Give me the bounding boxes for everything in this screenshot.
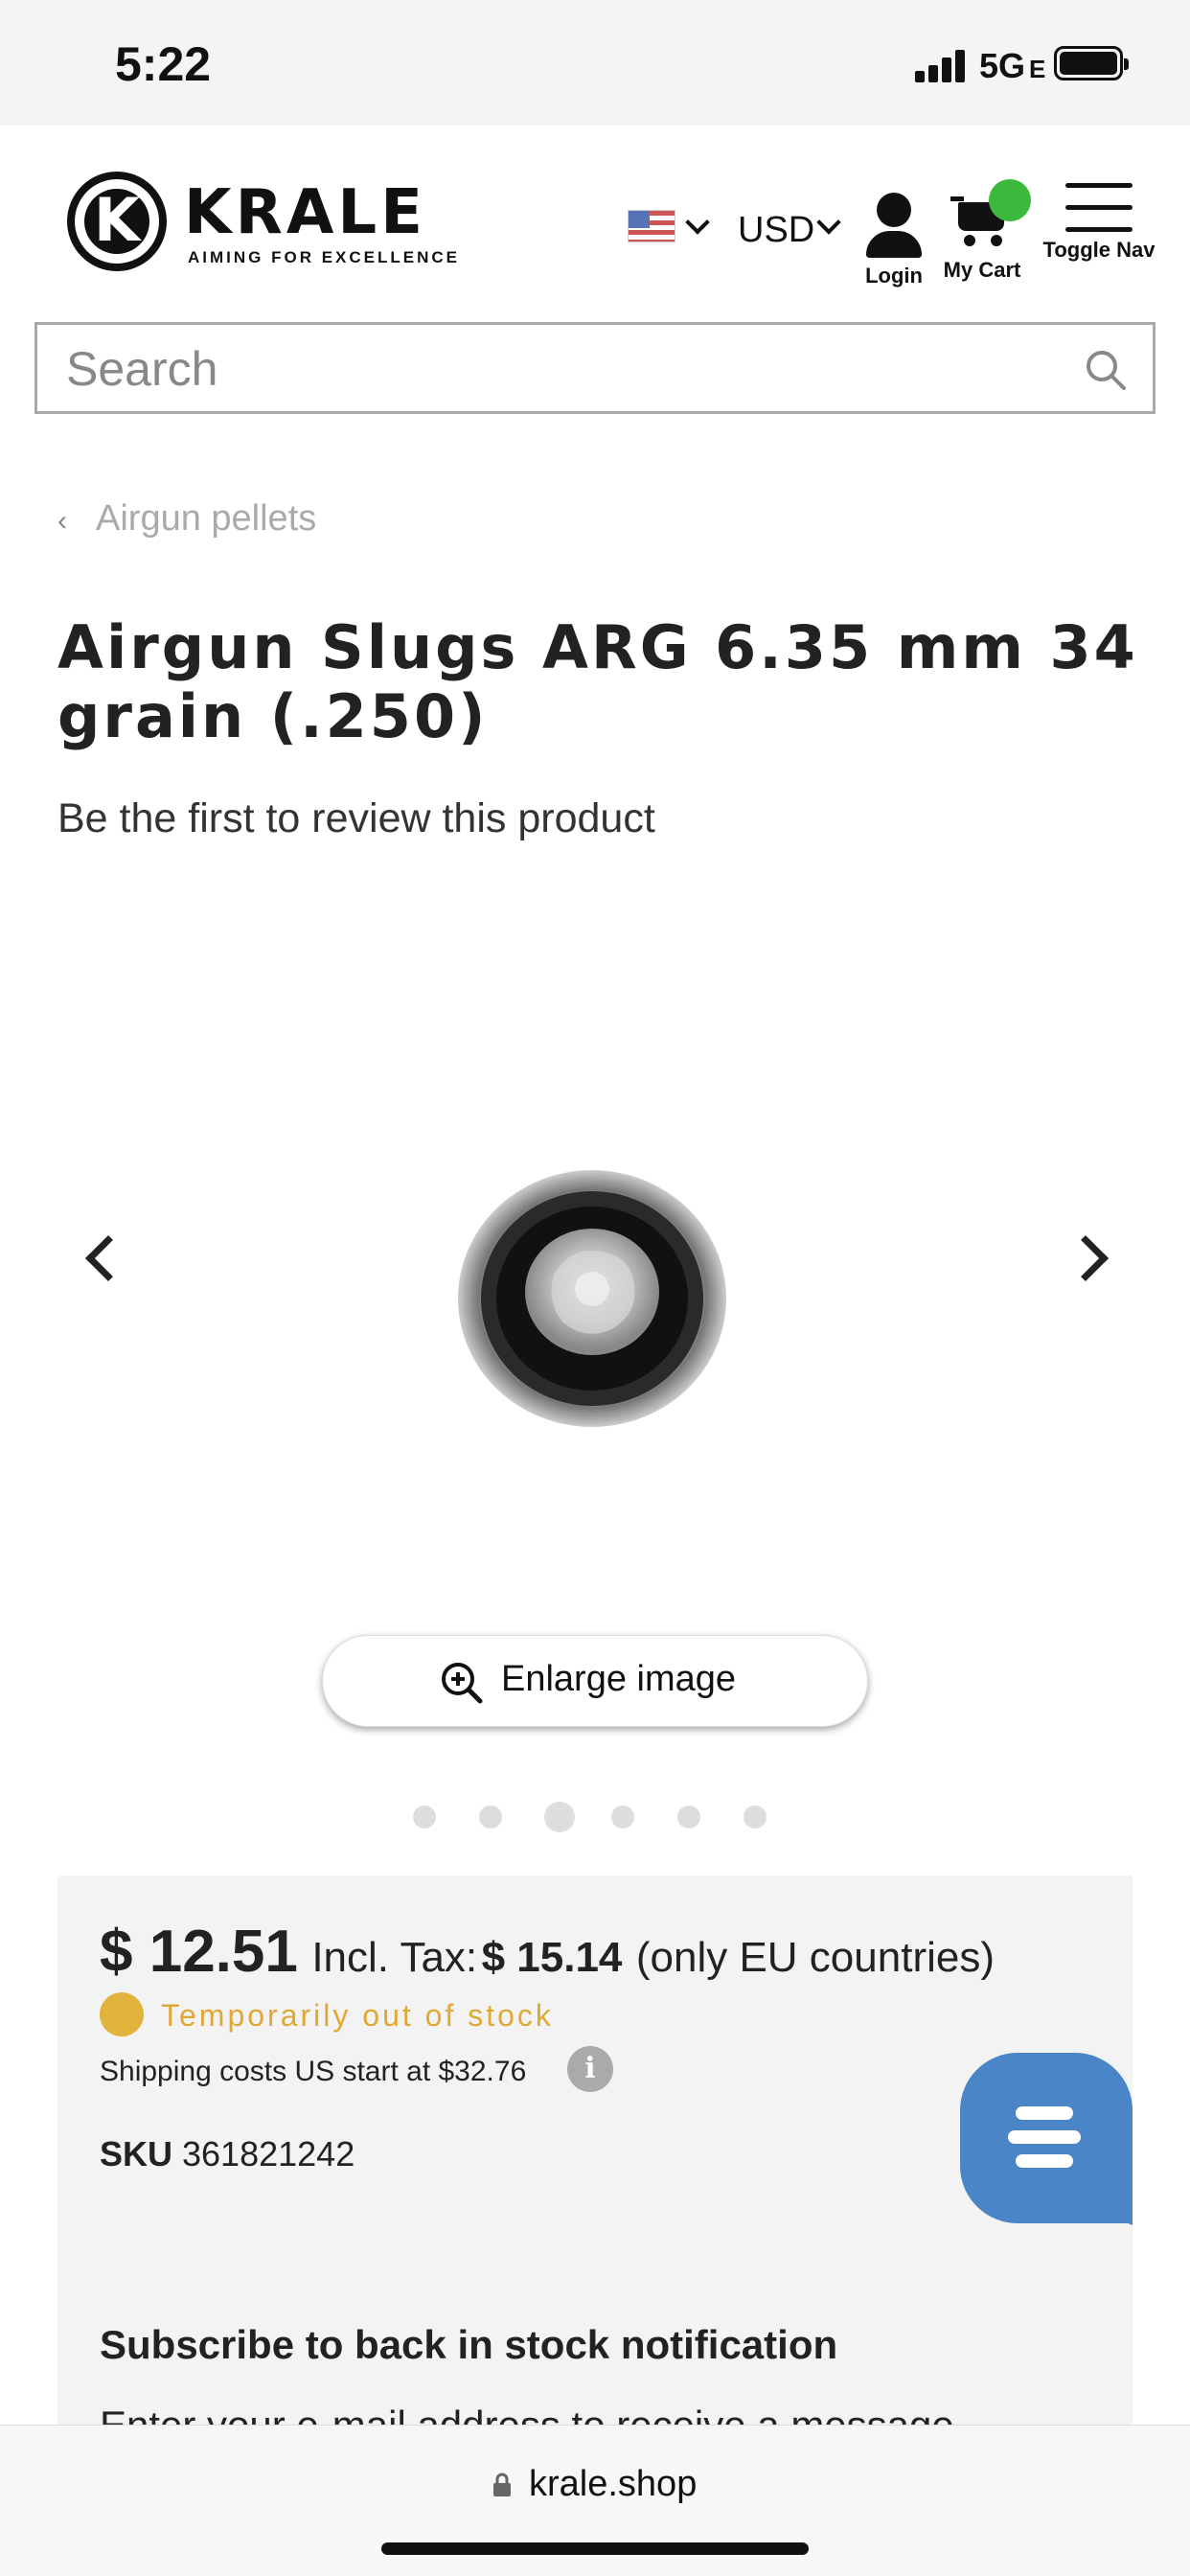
breadcrumb[interactable]: ‹ Airgun pellets (57, 498, 316, 540)
cart-button[interactable]: My Cart (942, 179, 1031, 283)
product-price: $ 12.51 (100, 1919, 298, 1985)
us-flag-icon[interactable] (628, 210, 675, 242)
login-button[interactable]: Login (860, 193, 927, 288)
breadcrumb-link[interactable]: Airgun pellets (96, 498, 316, 539)
chat-widget-button[interactable] (960, 2053, 1133, 2256)
price-row: $ 12.51 Incl. Tax: $ 15.14 (only EU coun… (100, 1918, 995, 1986)
subscribe-heading: Subscribe to back in stock notification (100, 2322, 838, 2367)
gallery-dot[interactable] (413, 1806, 436, 1828)
sku-label: SKU (100, 2134, 173, 2174)
shipping-cost-text: Shipping costs US start at $32.76 (100, 2056, 527, 2087)
lock-icon (493, 2472, 511, 2496)
stock-status-dot (100, 1992, 144, 2036)
gallery-dot[interactable] (677, 1806, 700, 1828)
review-link[interactable]: Be the first to review this product (57, 795, 655, 842)
search-input[interactable] (66, 342, 1024, 396)
network-indicator: 5G E (979, 46, 1046, 85)
cart-icon (950, 179, 1031, 250)
status-time: 5:22 (115, 37, 212, 91)
zoom-in-icon (442, 1663, 483, 1704)
site-header: KRALE AIMING FOR EXCELLENCE USD Login My… (0, 126, 1190, 308)
browser-url-bar[interactable]: krale.shop (0, 2425, 1190, 2576)
gallery-dots (0, 1800, 1190, 1832)
product-title: Airgun Slugs ARG 6.35 mm 34 grain (.250) (57, 612, 1138, 751)
gallery-dot[interactable] (744, 1806, 767, 1828)
stock-status-text: Temporarily out of stock (161, 1998, 554, 2033)
incl-tax-label: Incl. Tax: (311, 1934, 478, 1981)
login-label: Login (865, 264, 923, 288)
status-bar: 5:22 5G E (0, 0, 1190, 126)
info-icon[interactable]: i (567, 2046, 613, 2092)
language-chevron-down-icon[interactable] (685, 210, 710, 235)
user-icon (877, 193, 911, 227)
home-indicator (381, 2542, 809, 2555)
search-bar (34, 322, 1156, 414)
search-icon[interactable] (1084, 348, 1128, 392)
sku-row: SKU 361821242 (100, 2134, 355, 2174)
enlarge-image-button[interactable]: Enlarge image (322, 1635, 868, 1727)
currency-chevron-down-icon[interactable] (816, 210, 841, 235)
cart-label: My Cart (943, 258, 1021, 282)
battery-icon (1054, 46, 1129, 80)
url-text: krale.shop (529, 2464, 698, 2504)
gallery-dot-active[interactable] (544, 1802, 575, 1832)
toggle-nav-button[interactable]: Toggle Nav (1037, 181, 1161, 263)
gallery-dot[interactable] (479, 1806, 502, 1828)
eu-note: (only EU countries) (635, 1934, 995, 1981)
krale-logo[interactable]: KRALE AIMING FOR EXCELLENCE (67, 172, 469, 277)
chevron-left-icon: ‹ (57, 505, 67, 537)
gallery-dot[interactable] (611, 1806, 634, 1828)
enlarge-image-label: Enlarge image (501, 1659, 737, 1699)
logo-tagline: AIMING FOR EXCELLENCE (188, 248, 461, 266)
signal-icon (915, 48, 965, 82)
toggle-nav-label: Toggle Nav (1042, 238, 1156, 262)
logo-wordmark: KRALE (184, 177, 426, 248)
product-image[interactable] (456, 1169, 728, 1428)
product-page: 5:22 5GE KRALE AIMING FOR EXCELLENCE USD… (0, 0, 1190, 2576)
hamburger-icon (1037, 183, 1161, 232)
cart-badge (989, 179, 1031, 221)
sku-value: 361821242 (182, 2134, 355, 2174)
incl-tax-price: $ 15.14 (481, 1934, 623, 1981)
gallery-prev-arrow-icon[interactable] (84, 1234, 132, 1282)
currency-selector[interactable]: USD (738, 210, 814, 251)
logo-mark-icon (67, 172, 167, 271)
gallery-next-arrow-icon[interactable] (1062, 1234, 1110, 1282)
